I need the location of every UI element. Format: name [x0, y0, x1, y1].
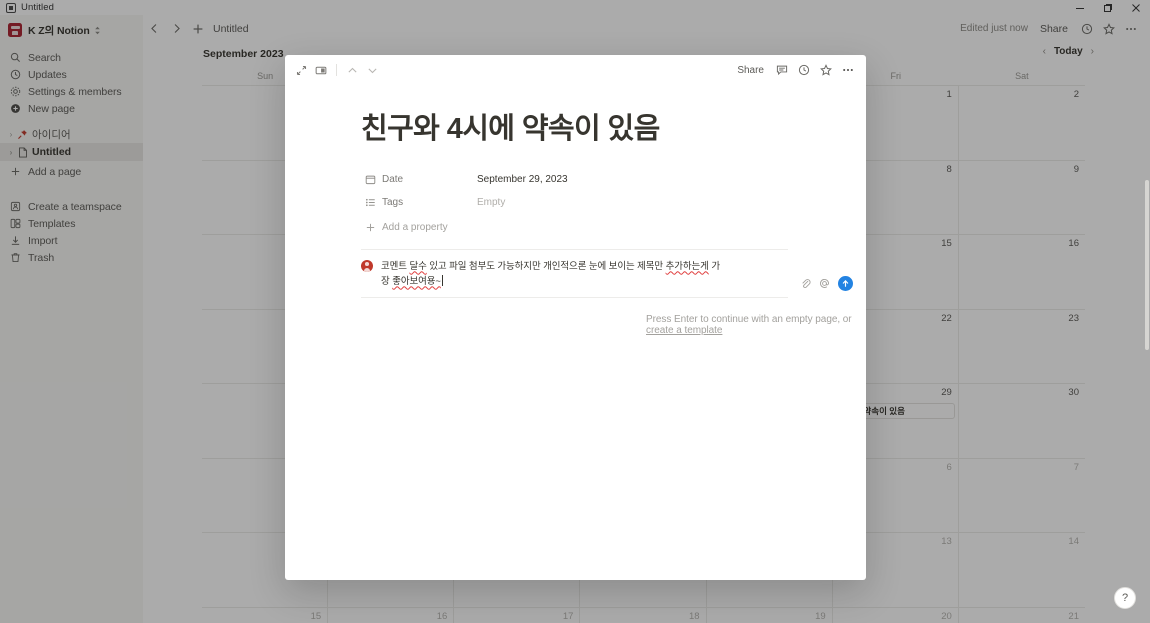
empty-page-hint-text: Press Enter to continue with an empty pa… [646, 314, 852, 325]
user-avatar [361, 260, 373, 272]
comment-text-part: 가 [709, 261, 720, 272]
property-name: Date [382, 174, 477, 185]
empty-page-hint: Press Enter to continue with an empty pa… [646, 314, 866, 336]
more-icon[interactable] [838, 60, 858, 80]
list-icon [363, 197, 377, 208]
text-caret [442, 275, 443, 286]
clock-icon[interactable] [794, 60, 814, 80]
calendar-icon [363, 174, 377, 185]
modal-header-actions: Share [737, 55, 858, 85]
comment-input[interactable]: 코멘트 달수 있고 파일 첨부도 가능하지만 개인적으론 눈에 보이는 제목만 … [381, 259, 723, 289]
add-property-button[interactable]: Add a property [363, 216, 866, 239]
create-template-link[interactable]: create a template [646, 325, 722, 336]
mention-icon[interactable] [819, 278, 830, 289]
add-property-label: Add a property [382, 222, 448, 233]
property-row-tags[interactable]: Tags Empty [363, 191, 866, 214]
comment-text-part: 있고 파일 첨부도 가능하지만 개인적으론 눈에 보이는 제목만 [427, 261, 666, 272]
modal-share-button[interactable]: Share [737, 65, 764, 76]
chevron-down-icon[interactable] [362, 60, 382, 80]
plus-icon [363, 222, 377, 233]
property-value[interactable]: Empty [477, 197, 505, 208]
comment-text-misspelled: 좋아보여용~ [392, 276, 441, 287]
app-root: Untitled K Z의 Notion [0, 0, 1150, 623]
expand-icon[interactable] [291, 60, 311, 80]
property-name: Tags [382, 197, 477, 208]
page-properties: Date September 29, 2023 Tags Empty Add a… [363, 168, 866, 239]
modal-header: Share [285, 55, 866, 85]
star-icon[interactable] [816, 60, 836, 80]
chevron-up-icon[interactable] [342, 60, 362, 80]
send-comment-button[interactable] [838, 276, 853, 291]
property-value[interactable]: September 29, 2023 [477, 174, 568, 185]
header-divider [336, 64, 337, 76]
comment-icon[interactable] [772, 60, 792, 80]
modal-body: 친구와 4시에 약속이 있음 Date September 29, 2023 T… [285, 113, 866, 336]
paperclip-icon[interactable] [800, 278, 811, 289]
comment-composer[interactable]: 코멘트 달수 있고 파일 첨부도 가능하지만 개인적으론 눈에 보이는 제목만 … [361, 259, 791, 289]
vertical-scrollbar[interactable] [1145, 180, 1149, 350]
comment-text-misspelled: 달수 [409, 261, 426, 272]
page-detail-modal: Share 친구와 4시에 약속이 있음 [285, 55, 866, 580]
comment-text-part: 코멘트 [381, 261, 409, 272]
properties-divider [361, 249, 788, 250]
page-title[interactable]: 친구와 4시에 약속이 있음 [361, 113, 866, 146]
comment-actions [800, 276, 853, 291]
help-button[interactable]: ? [1114, 587, 1136, 609]
comment-text-part: 장 [381, 276, 392, 287]
comment-text-misspelled: 추가하는게 [666, 261, 709, 272]
comment-divider [361, 297, 788, 298]
side-peek-icon[interactable] [311, 60, 331, 80]
property-row-date[interactable]: Date September 29, 2023 [363, 168, 866, 191]
